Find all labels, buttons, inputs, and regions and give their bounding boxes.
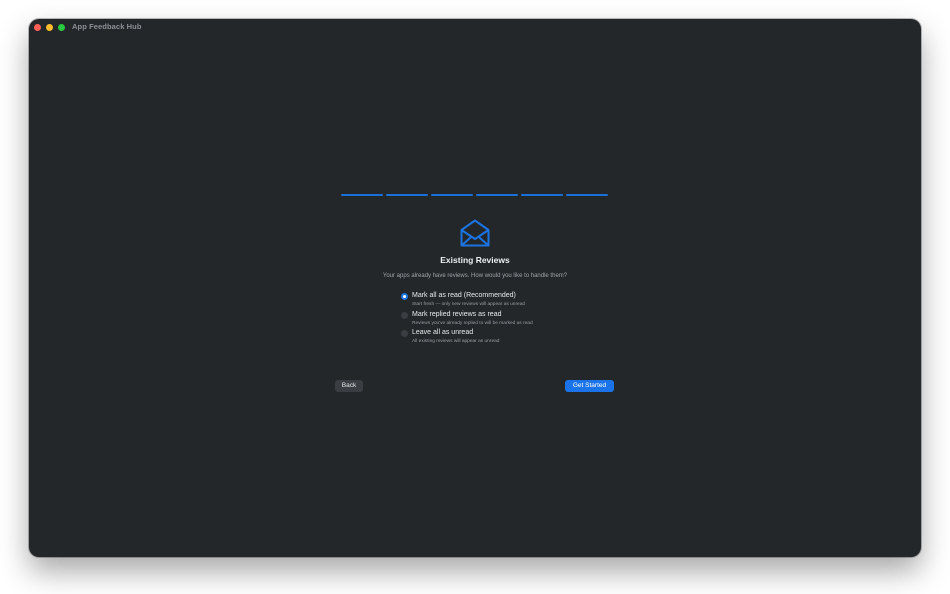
progress-step-3 xyxy=(431,194,473,196)
page-subtitle: Your apps already have reviews. How woul… xyxy=(382,273,568,279)
zoom-window-button[interactable] xyxy=(58,24,65,31)
envelope-open-icon xyxy=(460,219,490,247)
title-bar: App Feedback Hub xyxy=(29,19,921,36)
get-started-button[interactable]: Get Started xyxy=(565,380,614,392)
progress-step-5 xyxy=(521,194,563,196)
radio-button[interactable] xyxy=(401,330,408,337)
option-label: Mark all as read (Recommended) xyxy=(412,292,516,299)
option-description: Start fresh — only new reviews will appe… xyxy=(412,302,526,307)
progress-step-1 xyxy=(341,194,383,196)
app-window: App Feedback Hub Existing Reviews Your a… xyxy=(29,19,921,557)
onboarding-progress xyxy=(341,194,608,196)
progress-step-4 xyxy=(476,194,518,196)
page-title: Existing Reviews xyxy=(440,255,510,265)
option-label: Mark replied reviews as read xyxy=(412,310,502,318)
radio-button-selected[interactable] xyxy=(401,293,408,300)
option-description: Reviews you've already replied to will b… xyxy=(412,320,533,326)
close-window-button[interactable] xyxy=(34,24,41,31)
progress-step-6 xyxy=(566,194,608,196)
option-description: All existing reviews will appear as unre… xyxy=(412,339,500,344)
window-title: App Feedback Hub xyxy=(72,22,142,31)
option-label: Leave all as unread xyxy=(412,329,474,336)
radio-button[interactable] xyxy=(401,311,408,319)
back-button[interactable]: Back xyxy=(335,380,363,392)
minimize-window-button[interactable] xyxy=(46,24,53,31)
progress-step-2 xyxy=(386,194,428,196)
